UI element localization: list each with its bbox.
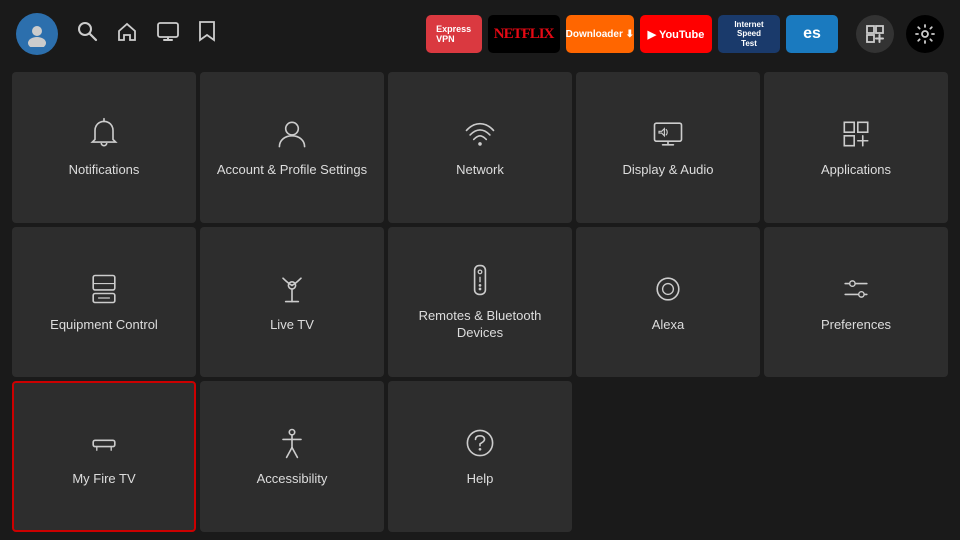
app-speedtest[interactable]: InternetSpeedTest	[718, 15, 780, 53]
nav-right	[856, 15, 944, 53]
sliders-icon	[838, 271, 874, 307]
grid-item-accessibility[interactable]: Accessibility	[200, 381, 384, 532]
search-icon[interactable]	[76, 20, 98, 48]
nav-left	[16, 13, 216, 55]
myfiretv-label: My Fire TV	[72, 471, 135, 488]
help-icon	[462, 425, 498, 461]
grid-button[interactable]	[856, 15, 894, 53]
bookmark-icon[interactable]	[198, 20, 216, 48]
accessibility-label: Accessibility	[257, 471, 328, 488]
alexa-icon	[650, 271, 686, 307]
person-icon	[274, 116, 310, 152]
grid-item-preferences[interactable]: Preferences	[764, 227, 948, 378]
help-label: Help	[467, 471, 494, 488]
grid-item-help[interactable]: Help	[388, 381, 572, 532]
antenna-icon	[274, 271, 310, 307]
livetv-label: Live TV	[270, 317, 314, 334]
grid-item-applications[interactable]: Applications	[764, 72, 948, 223]
accessibility-icon	[274, 425, 310, 461]
network-label: Network	[456, 162, 504, 179]
preferences-label: Preferences	[821, 317, 891, 334]
grid-item-equipment[interactable]: Equipment Control	[12, 227, 196, 378]
app-downloader[interactable]: Downloader ⬇	[566, 15, 634, 53]
top-navigation: ExpressVPN NETFLIX Downloader ⬇ ▶ YouTub…	[0, 0, 960, 68]
grid-item-network[interactable]: Network	[388, 72, 572, 223]
grid-item-notifications[interactable]: Notifications	[12, 72, 196, 223]
display-icon	[650, 116, 686, 152]
app-shortcuts: ExpressVPN NETFLIX Downloader ⬇ ▶ YouTub…	[226, 15, 838, 53]
tv-icon[interactable]	[156, 20, 180, 48]
app-expressvpn[interactable]: ExpressVPN	[426, 15, 482, 53]
alexa-label: Alexa	[652, 317, 685, 334]
applications-label: Applications	[821, 162, 891, 179]
notifications-label: Notifications	[69, 162, 140, 179]
tv-remote-icon	[86, 271, 122, 307]
settings-button[interactable]	[906, 15, 944, 53]
app-es[interactable]: es	[786, 15, 838, 53]
firetv-icon	[86, 425, 122, 461]
equipment-label: Equipment Control	[50, 317, 158, 334]
home-icon[interactable]	[116, 20, 138, 48]
account-label: Account & Profile Settings	[217, 162, 367, 179]
app-netflix[interactable]: NETFLIX	[488, 15, 560, 53]
grid-item-remotes[interactable]: Remotes & Bluetooth Devices	[388, 227, 572, 378]
grid-item-alexa[interactable]: Alexa	[576, 227, 760, 378]
grid-item-livetv[interactable]: Live TV	[200, 227, 384, 378]
grid-item-account[interactable]: Account & Profile Settings	[200, 72, 384, 223]
wifi-icon	[462, 116, 498, 152]
display-label: Display & Audio	[622, 162, 713, 179]
avatar[interactable]	[16, 13, 58, 55]
app-youtube[interactable]: ▶ YouTube	[640, 15, 712, 53]
apps-icon	[838, 116, 874, 152]
remote-icon	[462, 262, 498, 298]
bell-icon	[86, 116, 122, 152]
remotes-label: Remotes & Bluetooth Devices	[398, 308, 562, 342]
settings-grid: Notifications Account & Profile Settings…	[0, 68, 960, 540]
grid-item-myfiretv[interactable]: My Fire TV	[12, 381, 196, 532]
grid-item-display[interactable]: Display & Audio	[576, 72, 760, 223]
